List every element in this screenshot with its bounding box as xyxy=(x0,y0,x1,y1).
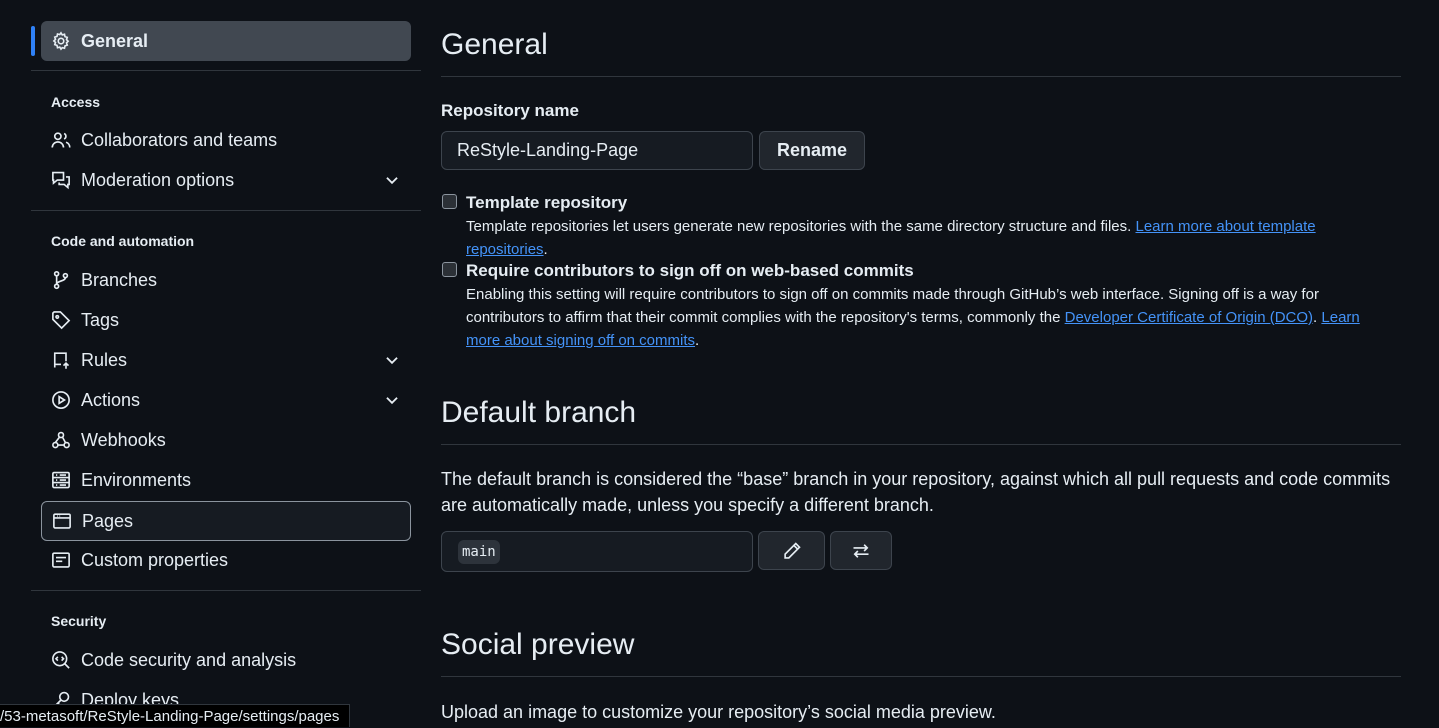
social-preview-description: Upload an image to customize your reposi… xyxy=(441,702,996,722)
pencil-icon xyxy=(783,541,801,559)
sidebar-item-label: Code security and analysis xyxy=(81,649,297,670)
sidebar-item-label: Environments xyxy=(81,469,192,490)
sidebar-item-rules[interactable]: Rules xyxy=(41,340,411,380)
sidebar-item-pages[interactable]: Pages xyxy=(41,501,411,541)
sidebar-item-branches[interactable]: Branches xyxy=(41,260,411,300)
edit-default-branch-button[interactable] xyxy=(758,531,825,570)
sidebar-item-code-security[interactable]: Code security and analysis xyxy=(41,640,411,680)
sidebar-item-environments[interactable]: Environments xyxy=(41,460,411,500)
sidebar-item-actions[interactable]: Actions xyxy=(41,380,411,420)
section-heading-access: Access xyxy=(51,94,101,110)
signoff-desc-end: . xyxy=(695,332,700,349)
social-preview-title: Social preview xyxy=(441,628,635,661)
server-icon xyxy=(51,470,71,490)
dco-link[interactable]: Developer Certificate of Origin (DCO) xyxy=(1065,309,1313,326)
sidebar-item-label: Actions xyxy=(81,389,141,410)
social-preview-divider xyxy=(441,676,1401,677)
sidebar-item-tags[interactable]: Tags xyxy=(41,300,411,340)
status-bar-url: /53-metasoft/ReStyle-Landing-Page/settin… xyxy=(0,704,351,727)
repo-name-input[interactable] xyxy=(441,131,753,170)
sidebar-item-label: Custom properties xyxy=(81,549,229,570)
comment-discussion-icon xyxy=(51,170,71,190)
sidebar-item-collaborators[interactable]: Collaborators and teams xyxy=(41,120,411,160)
chevron-down-icon[interactable] xyxy=(383,351,401,369)
codescan-icon xyxy=(51,650,71,670)
settings-sidebar: General Access Collaborators and teams M… xyxy=(31,0,421,727)
signoff-description: Enabling this setting will require contr… xyxy=(466,283,1376,352)
webhook-icon xyxy=(51,430,71,450)
sidebar-divider xyxy=(31,210,421,211)
chevron-down-icon[interactable] xyxy=(383,171,401,189)
arrow-switch-icon xyxy=(853,543,869,558)
template-repo-desc-text: Template repositories let users generate… xyxy=(466,218,1136,235)
page-title: General xyxy=(441,28,548,61)
note-icon xyxy=(51,550,71,570)
sidebar-item-label: Rules xyxy=(81,349,128,370)
default-branch-field: main xyxy=(441,531,753,572)
sidebar-divider xyxy=(31,70,421,71)
default-branch-title: Default branch xyxy=(441,396,637,429)
gear-icon xyxy=(51,31,71,51)
git-branch-icon xyxy=(51,270,71,290)
section-heading-code-automation: Code and automation xyxy=(51,233,195,249)
sidebar-item-label: Tags xyxy=(81,309,120,330)
default-branch-divider xyxy=(441,444,1401,445)
signoff-title: Require contributors to sign off on web-… xyxy=(466,261,914,280)
rename-button[interactable]: Rename xyxy=(759,131,865,170)
section-heading-security: Security xyxy=(51,613,107,629)
repo-name-label: Repository name xyxy=(441,101,579,120)
play-icon xyxy=(51,390,71,410)
sidebar-item-general[interactable]: General xyxy=(41,21,411,61)
default-branch-description: The default branch is considered the “ba… xyxy=(441,469,1391,515)
switch-default-branch-button[interactable] xyxy=(830,531,892,570)
chevron-down-icon[interactable] xyxy=(383,391,401,409)
sidebar-item-label: Webhooks xyxy=(81,429,166,450)
title-divider xyxy=(441,76,1401,77)
sidebar-item-custom-properties[interactable]: Custom properties xyxy=(41,540,411,580)
default-branch-name: main xyxy=(458,540,500,564)
sidebar-item-moderation[interactable]: Moderation options xyxy=(41,160,411,200)
signoff-checkbox[interactable] xyxy=(442,262,457,277)
template-repo-checkbox[interactable] xyxy=(442,194,457,209)
sidebar-item-label: Moderation options xyxy=(81,169,235,190)
sidebar-item-label: General xyxy=(81,30,149,51)
template-repo-title: Template repository xyxy=(466,193,628,212)
sidebar-item-label: Branches xyxy=(81,269,158,290)
people-icon xyxy=(51,130,71,150)
active-indicator xyxy=(31,26,35,56)
sidebar-item-label: Collaborators and teams xyxy=(81,129,278,150)
sidebar-item-label: Pages xyxy=(82,510,134,531)
sidebar-item-webhooks[interactable]: Webhooks xyxy=(41,420,411,460)
template-repo-description: Template repositories let users generate… xyxy=(466,218,1316,258)
browser-icon xyxy=(52,511,72,531)
repo-push-icon xyxy=(51,350,71,370)
tag-icon xyxy=(51,310,71,330)
sidebar-divider xyxy=(31,590,421,591)
